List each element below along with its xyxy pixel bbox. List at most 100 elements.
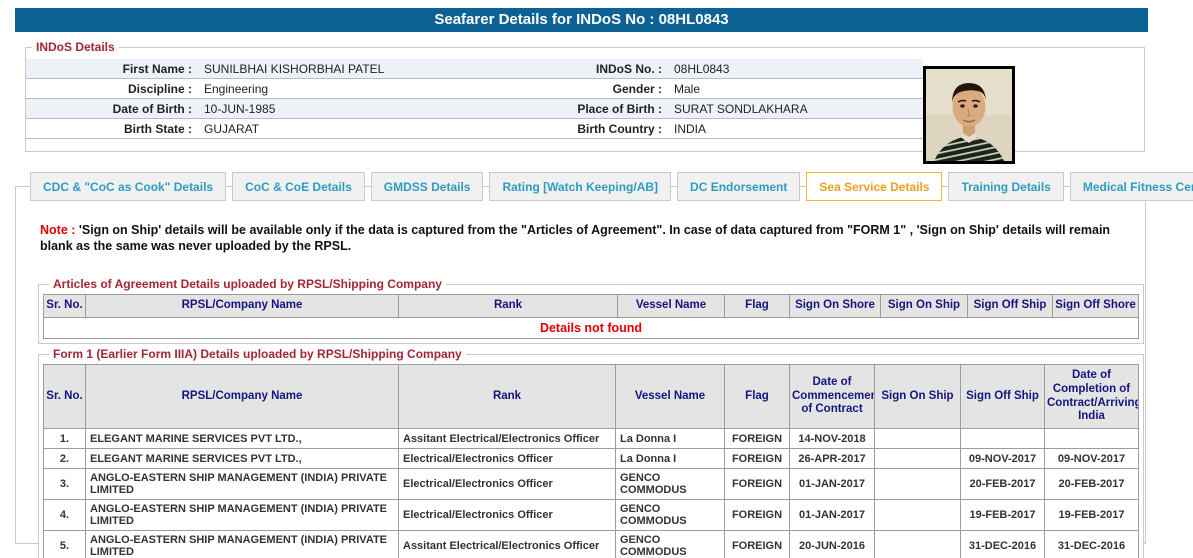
col-rpsl-company-name: RPSL/Company Name <box>86 365 399 429</box>
col-vessel-name: Vessel Name <box>616 365 725 429</box>
sign-on-ship-note: Note : 'Sign on Ship' details will be av… <box>40 223 1115 254</box>
form1-table-body: 1.ELEGANT MARINE SERVICES PVT LTD.,Assit… <box>44 429 1139 558</box>
table-cell <box>875 469 961 500</box>
table-cell: La Donna I <box>616 429 725 449</box>
note-prefix: Note : <box>40 223 75 237</box>
tab-medical-fitness-certificate[interactable]: Medical Fitness Certificate <box>1070 172 1193 201</box>
table-row: 2.ELEGANT MARINE SERVICES PVT LTD.,Elect… <box>44 449 1139 469</box>
tab-cdc-coc-as-cook-details[interactable]: CDC & "CoC as Cook" Details <box>30 172 226 201</box>
indos-row: Discipline : Engineering Gender : Male <box>26 79 923 99</box>
col-sign-on-ship: Sign On Ship <box>875 365 961 429</box>
table-cell: 09-NOV-2017 <box>961 449 1045 469</box>
indos-details-rows: First Name : SUNILBHAI KISHORBHAI PATEL … <box>26 59 923 139</box>
table-cell: ELEGANT MARINE SERVICES PVT LTD., <box>86 449 399 469</box>
table-cell: 19-FEB-2017 <box>1045 500 1139 531</box>
gender-value: Male <box>668 82 923 96</box>
form1-section: Form 1 (Earlier Form IIIA) Details uploa… <box>38 347 1144 558</box>
table-cell: FOREIGN <box>725 449 790 469</box>
table-cell: ANGLO-EASTERN SHIP MANAGEMENT (INDIA) PR… <box>86 469 399 500</box>
birth-state-value: GUJARAT <box>198 122 460 136</box>
col-rank: Rank <box>399 365 616 429</box>
table-row: 5.ANGLO-EASTERN SHIP MANAGEMENT (INDIA) … <box>44 531 1139 558</box>
table-cell <box>875 429 961 449</box>
table-cell: 19-FEB-2017 <box>961 500 1045 531</box>
table-cell <box>961 429 1045 449</box>
table-cell: 09-NOV-2017 <box>1045 449 1139 469</box>
col-sign-off-ship: Sign Off Ship <box>961 365 1045 429</box>
table-row: 3.ANGLO-EASTERN SHIP MANAGEMENT (INDIA) … <box>44 469 1139 500</box>
table-cell: 31-DEC-2016 <box>961 531 1045 558</box>
col-sign-off-ship: Sign Off Ship <box>968 295 1053 318</box>
table-cell: Electrical/Electronics Officer <box>399 469 616 500</box>
table-cell <box>875 531 961 558</box>
tab-dc-endorsement[interactable]: DC Endorsement <box>677 172 800 201</box>
details-not-found-message: Details not found <box>44 317 1139 338</box>
form1-legend: Form 1 (Earlier Form IIIA) Details uploa… <box>49 347 466 361</box>
table-cell: GENCO COMMODUS <box>616 531 725 558</box>
table-cell <box>875 500 961 531</box>
tab-training-details[interactable]: Training Details <box>948 172 1063 201</box>
tab-bar: CDC & "CoC as Cook" Details CoC & CoE De… <box>30 172 1193 201</box>
date-of-birth-value: 10-JUN-1985 <box>198 102 460 116</box>
table-cell: 01-JAN-2017 <box>790 500 875 531</box>
table-cell: 4. <box>44 500 86 531</box>
tab-sea-service-details[interactable]: Sea Service Details <box>806 172 942 201</box>
table-cell: 20-FEB-2017 <box>961 469 1045 500</box>
table-cell: Electrical/Electronics Officer <box>399 449 616 469</box>
table-cell: ELEGANT MARINE SERVICES PVT LTD., <box>86 429 399 449</box>
table-cell: ANGLO-EASTERN SHIP MANAGEMENT (INDIA) PR… <box>86 500 399 531</box>
col-flag: Flag <box>725 295 790 318</box>
empty-row: Details not found <box>44 317 1139 338</box>
table-cell: Assitant Electrical/Electronics Officer <box>399 531 616 558</box>
table-cell: 5. <box>44 531 86 558</box>
col-flag: Flag <box>725 365 790 429</box>
birth-state-label: Birth State : <box>26 122 198 136</box>
tab-coc-coe-details[interactable]: CoC & CoE Details <box>232 172 365 201</box>
tab-gmdss-details[interactable]: GMDSS Details <box>371 172 484 201</box>
col-sign-on-shore: Sign On Shore <box>790 295 881 318</box>
indos-details-legend: INDoS Details <box>32 40 119 54</box>
table-cell: 1. <box>44 429 86 449</box>
table-cell: Electrical/Electronics Officer <box>399 500 616 531</box>
col-sign-on-ship: Sign On Ship <box>881 295 968 318</box>
seafarer-details-page: { "page": { "title": "Seafarer Details f… <box>0 0 1193 558</box>
tab-rating-watch-keeping-ab[interactable]: Rating [Watch Keeping/AB] <box>489 172 671 201</box>
articles-of-agreement-legend: Articles of Agreement Details uploaded b… <box>49 277 446 291</box>
table-cell: 01-JAN-2017 <box>790 469 875 500</box>
table-cell: 14-NOV-2018 <box>790 429 875 449</box>
articles-of-agreement-section: Articles of Agreement Details uploaded b… <box>38 277 1144 344</box>
table-cell: 26-APR-2017 <box>790 449 875 469</box>
discipline-value: Engineering <box>198 82 460 96</box>
table-cell: 31-DEC-2016 <box>1045 531 1139 558</box>
page-title: Seafarer Details for INDoS No : 08HL0843 <box>15 8 1148 32</box>
col-rank: Rank <box>399 295 618 318</box>
table-cell: FOREIGN <box>725 429 790 449</box>
place-of-birth-label: Place of Birth : <box>460 102 668 116</box>
seafarer-photo <box>923 66 1015 164</box>
col-sr-no: Sr. No. <box>44 295 86 318</box>
table-cell: GENCO COMMODUS <box>616 469 725 500</box>
col-date-of-completion: Date of Completion of Contract/Arriving … <box>1045 365 1139 429</box>
indos-details-section: INDoS Details First Name : SUNILBHAI KIS… <box>25 40 1145 152</box>
table-cell: 3. <box>44 469 86 500</box>
first-name-value: SUNILBHAI KISHORBHAI PATEL <box>198 62 460 76</box>
articles-of-agreement-table: Sr. No. RPSL/Company Name Rank Vessel Na… <box>43 294 1139 339</box>
birth-country-value: INDIA <box>668 122 923 136</box>
col-rpsl-company-name: RPSL/Company Name <box>86 295 399 318</box>
indos-row: Date of Birth : 10-JUN-1985 Place of Bir… <box>26 99 923 119</box>
table-cell: Assitant Electrical/Electronics Officer <box>399 429 616 449</box>
col-vessel-name: Vessel Name <box>618 295 725 318</box>
indos-row: First Name : SUNILBHAI KISHORBHAI PATEL … <box>26 59 923 79</box>
col-date-of-commencement: Date of Commencement of Contract <box>790 365 875 429</box>
table-cell: ANGLO-EASTERN SHIP MANAGEMENT (INDIA) PR… <box>86 531 399 558</box>
table-cell: FOREIGN <box>725 500 790 531</box>
table-cell: 2. <box>44 449 86 469</box>
table-cell: FOREIGN <box>725 531 790 558</box>
table-cell <box>875 449 961 469</box>
gender-label: Gender : <box>460 82 668 96</box>
table-row: 4.ANGLO-EASTERN SHIP MANAGEMENT (INDIA) … <box>44 500 1139 531</box>
table-cell: 20-FEB-2017 <box>1045 469 1139 500</box>
note-text: 'Sign on Ship' details will be available… <box>40 223 1110 253</box>
table-cell: GENCO COMMODUS <box>616 500 725 531</box>
indos-row: Birth State : GUJARAT Birth Country : IN… <box>26 119 923 139</box>
